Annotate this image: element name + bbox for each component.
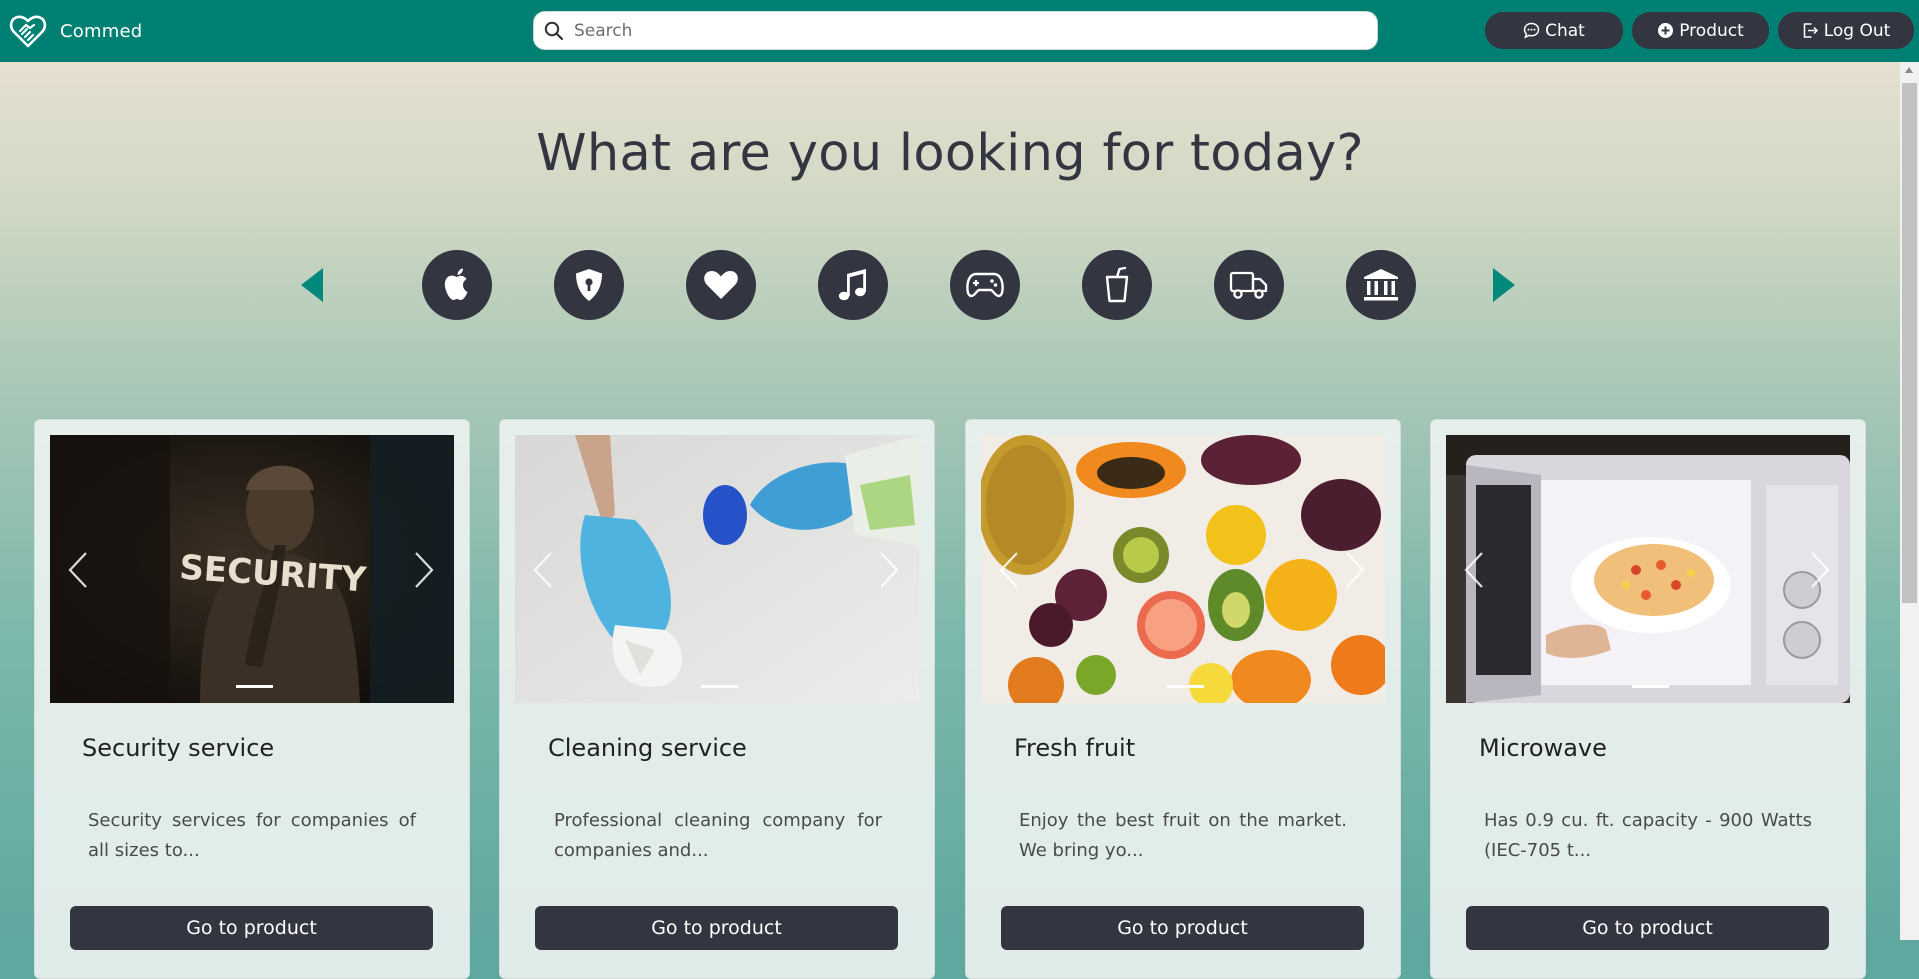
- brand[interactable]: Commed: [9, 12, 142, 50]
- apple-icon: [444, 268, 468, 300]
- chat-button-label: Chat: [1545, 20, 1585, 41]
- product-description: Professional cleaning company for compan…: [554, 810, 882, 861]
- product-title: Security service: [82, 734, 275, 762]
- bank-icon: [1364, 269, 1398, 301]
- category-health[interactable]: [686, 250, 756, 320]
- product-description: Has 0.9 cu. ft. capacity - 900 Watts (IE…: [1484, 810, 1812, 861]
- category-gaming[interactable]: [950, 250, 1020, 320]
- category-delivery[interactable]: [1214, 250, 1284, 320]
- chat-bubble-icon: [1523, 22, 1540, 39]
- go-to-product-button[interactable]: Go to product: [70, 906, 433, 950]
- product-card: [499, 419, 935, 979]
- shield-lock-icon: [576, 269, 602, 301]
- go-to-product-button[interactable]: Go to product: [535, 906, 898, 950]
- search-input[interactable]: [572, 19, 1356, 42]
- logout-button-label: Log Out: [1823, 20, 1891, 41]
- carousel-next-icon[interactable]: [877, 550, 901, 590]
- scrollbar-thumb[interactable]: [1902, 83, 1917, 603]
- chat-button[interactable]: Chat: [1485, 12, 1623, 49]
- microwave-pizza-photo: [1446, 435, 1850, 703]
- music-note-icon: [838, 269, 866, 301]
- carousel-prev-icon[interactable]: [66, 550, 90, 590]
- add-product-button[interactable]: Product: [1632, 12, 1769, 49]
- product-title: Fresh fruit: [1014, 734, 1136, 762]
- search-bar[interactable]: [533, 11, 1378, 50]
- search-icon: [544, 21, 564, 40]
- carousel-next-icon[interactable]: [1343, 550, 1367, 590]
- carousel-prev-icon[interactable]: [531, 550, 555, 590]
- page-headline: What are you looking for today?: [536, 124, 1364, 183]
- category-drinks[interactable]: [1082, 250, 1152, 320]
- gamepad-icon: [966, 272, 1004, 298]
- logout-icon: [1803, 23, 1818, 38]
- category-music[interactable]: [818, 250, 888, 320]
- scroll-up-arrow-icon[interactable]: [1905, 67, 1913, 73]
- product-card: [1430, 419, 1866, 979]
- product-image-carousel[interactable]: [1446, 435, 1850, 703]
- product-image-carousel[interactable]: SECURITY: [50, 435, 454, 703]
- category-next-arrow-icon[interactable]: [1491, 266, 1517, 304]
- product-image-carousel[interactable]: [981, 435, 1385, 703]
- security-guard-photo: SECURITY: [50, 435, 454, 703]
- logout-button[interactable]: Log Out: [1778, 12, 1914, 49]
- product-card: SECURITY: [34, 419, 470, 979]
- go-to-product-button[interactable]: Go to product: [1466, 906, 1829, 950]
- fresh-fruit-photo: [981, 435, 1385, 703]
- carousel-indicator[interactable]: [701, 685, 738, 688]
- product-title: Cleaning service: [548, 734, 747, 762]
- category-security[interactable]: [554, 250, 624, 320]
- category-finance[interactable]: [1346, 250, 1416, 320]
- cup-straw-icon: [1105, 266, 1129, 303]
- plus-circle-icon: [1658, 23, 1674, 38]
- category-prev-arrow-icon[interactable]: [299, 266, 325, 304]
- carousel-prev-icon[interactable]: [1462, 550, 1486, 590]
- carousel-next-icon[interactable]: [412, 550, 436, 590]
- carousel-indicator[interactable]: [1632, 685, 1669, 688]
- product-title: Microwave: [1479, 734, 1607, 762]
- product-description: Security services for companies of all s…: [88, 810, 416, 861]
- handshake-heart-icon: [9, 15, 47, 48]
- heart-icon: [704, 270, 738, 299]
- product-button-label: Product: [1679, 20, 1744, 41]
- go-to-product-button[interactable]: Go to product: [1001, 906, 1364, 950]
- category-apple[interactable]: [422, 250, 492, 320]
- cleaning-gloves-photo: [515, 435, 919, 703]
- carousel-next-icon[interactable]: [1808, 550, 1832, 590]
- product-card: [965, 419, 1401, 979]
- carousel-indicator[interactable]: [236, 685, 273, 688]
- carousel-indicator[interactable]: [1167, 685, 1204, 688]
- product-description: Enjoy the best fruit on the market. We b…: [1019, 810, 1347, 861]
- truck-icon: [1229, 271, 1268, 299]
- product-image-carousel[interactable]: [515, 435, 919, 703]
- top-navbar: Commed Chat Product Log Out: [0, 0, 1919, 62]
- carousel-prev-icon[interactable]: [997, 550, 1021, 590]
- brand-name: Commed: [60, 20, 143, 42]
